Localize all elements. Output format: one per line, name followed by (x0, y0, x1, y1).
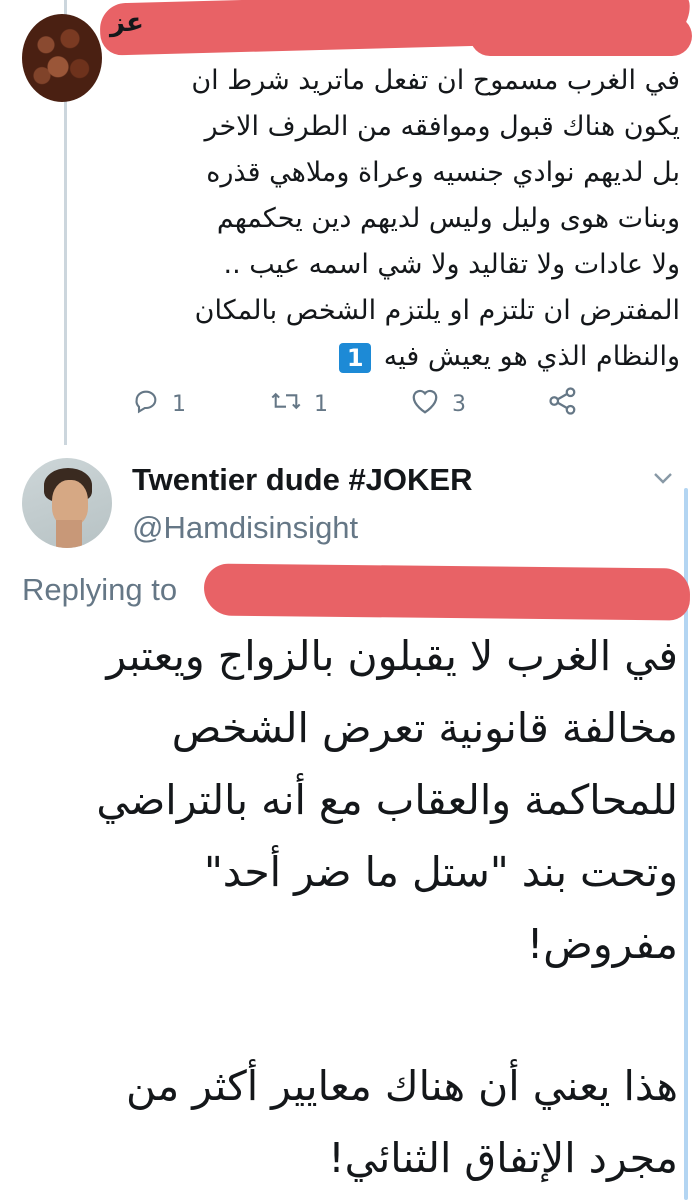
redaction-mark (203, 563, 691, 621)
share-button[interactable] (548, 386, 590, 422)
tweet-line: والنظام الذي هو يعيش فيه (383, 341, 680, 372)
tweet-line: مخالفة قانونية تعرض الشخص (171, 704, 678, 752)
tweet-line: بل لديهم نوادي جنسيه وعراة وملاهي قذره (206, 157, 680, 188)
tweet-line: المفترض ان تلتزم او يلتزم الشخص بالمكان (194, 295, 680, 326)
tweet-line: وبنات هوى وليل وليس لديهم دين يحكمهم (216, 203, 680, 234)
avatar-neck (56, 520, 82, 548)
tweet-line: مفروض! (526, 920, 678, 968)
tweet-line: ولا عادات ولا تقاليد ولا شي اسمه عيب .. (223, 249, 680, 280)
reply-count: 1 (172, 391, 186, 417)
tweet-line: مجرد الإتفاق الثنائي! (328, 1134, 678, 1182)
replying-to-label: Replying to (22, 572, 178, 607)
tweet-text: في الغرب لا يقبلون بالزواج ويعتبر مخالفة… (18, 620, 678, 1194)
redaction-mark (470, 16, 692, 56)
tweet-line: في الغرب لا يقبلون بالزواج ويعتبر (106, 632, 678, 680)
tweet-line: في الغرب مسموح ان تفعل ماتريد شرط ان (191, 65, 680, 96)
display-name[interactable]: Twentier dude #JOKER (132, 462, 473, 498)
retweet-button[interactable]: 1 (270, 388, 328, 420)
tweet-line: يكون هناك قبول وموافقه من الطرف الاخر (204, 111, 680, 142)
avatar[interactable] (22, 458, 112, 548)
heart-icon (410, 387, 452, 421)
reply-button[interactable]: 1 (132, 388, 186, 420)
user-handle[interactable]: @Hamdisinsight (132, 510, 358, 546)
number-badge: 1 (339, 342, 372, 373)
author-name-partial: عز (110, 8, 144, 38)
chevron-down-icon[interactable] (652, 470, 674, 490)
tweet-text: في الغرب مسموح ان تفعل ماتريد شرط ان يكو… (140, 58, 680, 380)
tweet-line: وتحت بند "ستل ما ضر أحد" (203, 848, 678, 896)
tweet-line: للمحاكمة والعقاب مع أنه بالتراضي (96, 776, 678, 824)
tweet-line: هذا يعني أن هناك معايير أكثر من (126, 1062, 678, 1110)
tweet-line-last: والنظام الذي هو يعيش فيه 1 (140, 334, 680, 380)
reply-icon (132, 387, 172, 421)
retweet-icon (270, 387, 314, 421)
retweet-count: 1 (314, 391, 328, 417)
share-icon (548, 386, 590, 422)
like-button[interactable]: 3 (410, 388, 466, 420)
like-count: 3 (452, 391, 466, 417)
avatar[interactable] (22, 14, 102, 102)
